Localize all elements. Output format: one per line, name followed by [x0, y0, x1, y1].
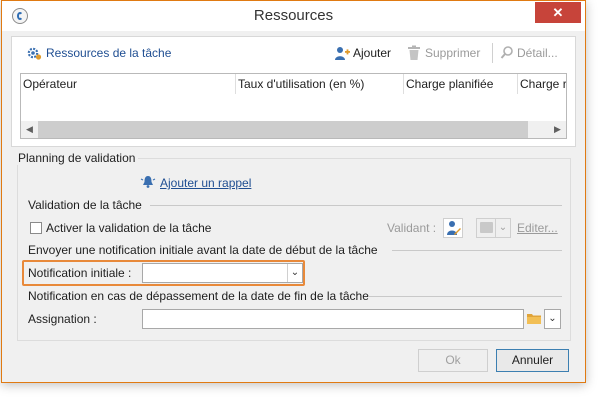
- resources-panel: Ressources de la tâche Ajouter Supprimer: [11, 36, 576, 147]
- chevron-down-icon[interactable]: ⌄: [545, 310, 560, 328]
- initial-notification-heading: Envoyer une notification initiale avant …: [28, 243, 378, 257]
- bell-icon: [140, 174, 156, 190]
- edit-link[interactable]: Editer...: [517, 221, 558, 235]
- gear-users-icon: [26, 45, 42, 61]
- trash-icon: [407, 45, 421, 61]
- initial-notification-select[interactable]: ⌄: [142, 263, 303, 283]
- user-select-icon[interactable]: [443, 218, 463, 238]
- scroll-right-icon[interactable]: ▶: [549, 121, 566, 138]
- horizontal-scrollbar[interactable]: ◀ ▶: [21, 121, 566, 138]
- window-title: Ressources: [253, 7, 334, 24]
- column-header-actual-load[interactable]: Charge ré: [518, 74, 566, 94]
- folder-icon[interactable]: [527, 312, 541, 324]
- task-validation-heading: Validation de la tâche: [28, 198, 142, 212]
- column-header-usage-rate[interactable]: Taux d'utilisation (en %): [236, 74, 404, 94]
- validator-label: Validant :: [387, 221, 437, 235]
- section-divider: [392, 250, 562, 251]
- validation-planning-group: Planning de validation Ajouter un rappel…: [15, 151, 571, 341]
- close-button[interactable]: ✕: [535, 2, 581, 23]
- initial-notification-label: Notification initiale :: [28, 266, 132, 280]
- section-divider: [150, 205, 562, 206]
- title-bar[interactable]: Ressources ✕: [2, 1, 585, 31]
- task-resources-link[interactable]: Ressources de la tâche: [46, 46, 171, 60]
- resources-table[interactable]: Opérateur Taux d'utilisation (en %) Char…: [20, 73, 567, 139]
- add-reminder-link[interactable]: Ajouter un rappel: [160, 176, 251, 190]
- activate-validation-checkbox[interactable]: [30, 222, 42, 234]
- overdue-notification-heading: Notification en cas de dépassement de la…: [28, 289, 369, 303]
- column-header-planned-load[interactable]: Charge planifiée: [404, 74, 518, 94]
- scrollbar-thumb[interactable]: [38, 121, 528, 138]
- add-user-icon: [334, 45, 350, 61]
- scroll-left-icon[interactable]: ◀: [21, 121, 38, 138]
- toolbar-separator: [492, 43, 493, 63]
- assignment-input[interactable]: [142, 309, 524, 329]
- ok-button[interactable]: Ok: [418, 349, 488, 372]
- delete-button[interactable]: Supprimer: [425, 46, 480, 60]
- activate-validation-label: Activer la validation de la tâche: [46, 221, 212, 235]
- search-icon: [500, 45, 514, 61]
- detail-button[interactable]: Détail...: [517, 46, 558, 60]
- resources-dialog: Ressources ✕ Ressources de la tâche Ajou…: [1, 0, 586, 383]
- folder-icon: [480, 222, 493, 233]
- chevron-down-icon[interactable]: ⌄: [495, 219, 510, 237]
- group-legend: Planning de validation: [15, 151, 139, 165]
- table-header: Opérateur Taux d'utilisation (en %) Char…: [21, 74, 566, 94]
- add-button[interactable]: Ajouter: [353, 46, 391, 60]
- section-divider: [368, 296, 562, 297]
- assignment-label: Assignation :: [28, 312, 97, 326]
- cancel-button[interactable]: Annuler: [496, 349, 569, 372]
- assignment-dropdown[interactable]: ⌄: [544, 309, 561, 329]
- chevron-down-icon[interactable]: ⌄: [287, 264, 302, 282]
- column-header-operator[interactable]: Opérateur: [21, 74, 236, 94]
- validator-combo[interactable]: ⌄: [476, 218, 511, 238]
